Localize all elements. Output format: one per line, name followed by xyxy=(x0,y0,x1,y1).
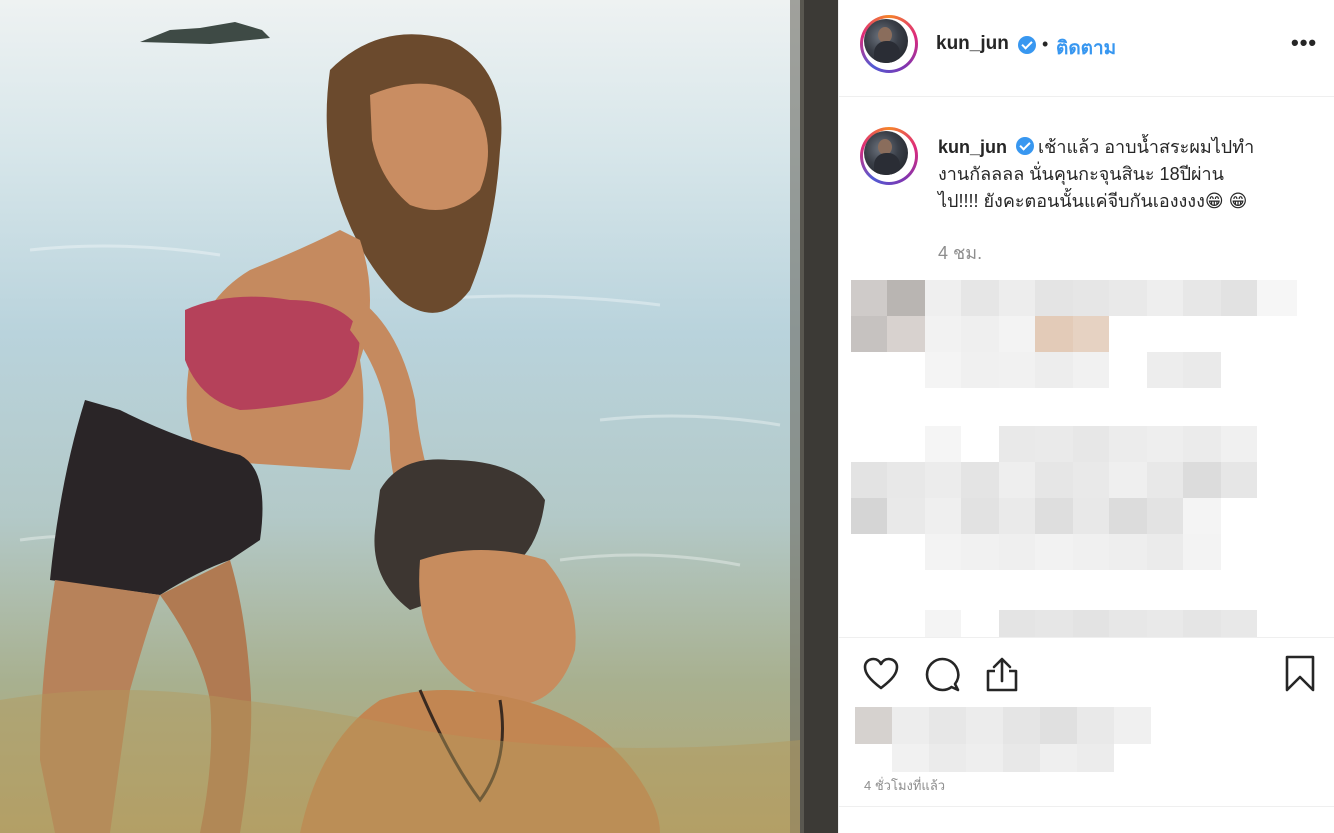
post-side-panel: kun_jun • ติดตาม ••• kun_jun เช้าแล้ว อา… xyxy=(838,0,1334,833)
pixelated-likes xyxy=(855,707,1151,772)
avatar[interactable] xyxy=(860,15,918,73)
share-icon[interactable] xyxy=(985,657,1019,693)
divider xyxy=(839,806,1334,807)
caption-time: 4 ชม. xyxy=(938,243,983,263)
caption-text-line2: งานกัลลลล นั่นคุนกะจุนสินะ 18ปีผ่าน xyxy=(938,164,1224,184)
comments-section[interactable]: kun_jun เช้าแล้ว อาบน้ำสระผมไปทำ งานกัลล… xyxy=(839,97,1334,637)
comment-icon[interactable] xyxy=(925,657,961,693)
avatar-image xyxy=(864,19,908,63)
bookmark-icon[interactable] xyxy=(1285,655,1315,693)
more-options-icon[interactable]: ••• xyxy=(1291,30,1317,56)
action-bar: 4 ชั่วโมงที่แล้ว xyxy=(839,637,1334,808)
heart-icon[interactable] xyxy=(863,657,899,691)
caption-avatar-image xyxy=(864,131,908,175)
caption-text-line1: เช้าแล้ว อาบน้ำสระผมไปทำ xyxy=(1038,137,1255,157)
post-timestamp[interactable]: 4 ชั่วโมงที่แล้ว xyxy=(864,775,945,796)
post-header: kun_jun • ติดตาม ••• xyxy=(839,0,1334,97)
follow-button[interactable]: ติดตาม xyxy=(1056,33,1116,63)
photo-illustration xyxy=(0,0,838,833)
caption-username[interactable]: kun_jun xyxy=(938,137,1007,157)
caption-text-line3: ไป!!!! ยังคะตอนนั้นแค่จีบกันเองงงง😁 😁 xyxy=(938,191,1248,211)
caption-avatar[interactable] xyxy=(860,127,918,185)
caption-verified-icon xyxy=(1016,137,1035,155)
pixelated-comments xyxy=(851,280,1297,637)
post-photo[interactable] xyxy=(0,0,838,833)
header-username[interactable]: kun_jun xyxy=(936,33,1009,55)
post-caption: kun_jun เช้าแล้ว อาบน้ำสระผมไปทำ งานกัลล… xyxy=(938,134,1318,215)
verified-badge-icon xyxy=(1018,36,1036,54)
separator-dot: • xyxy=(1042,34,1049,54)
